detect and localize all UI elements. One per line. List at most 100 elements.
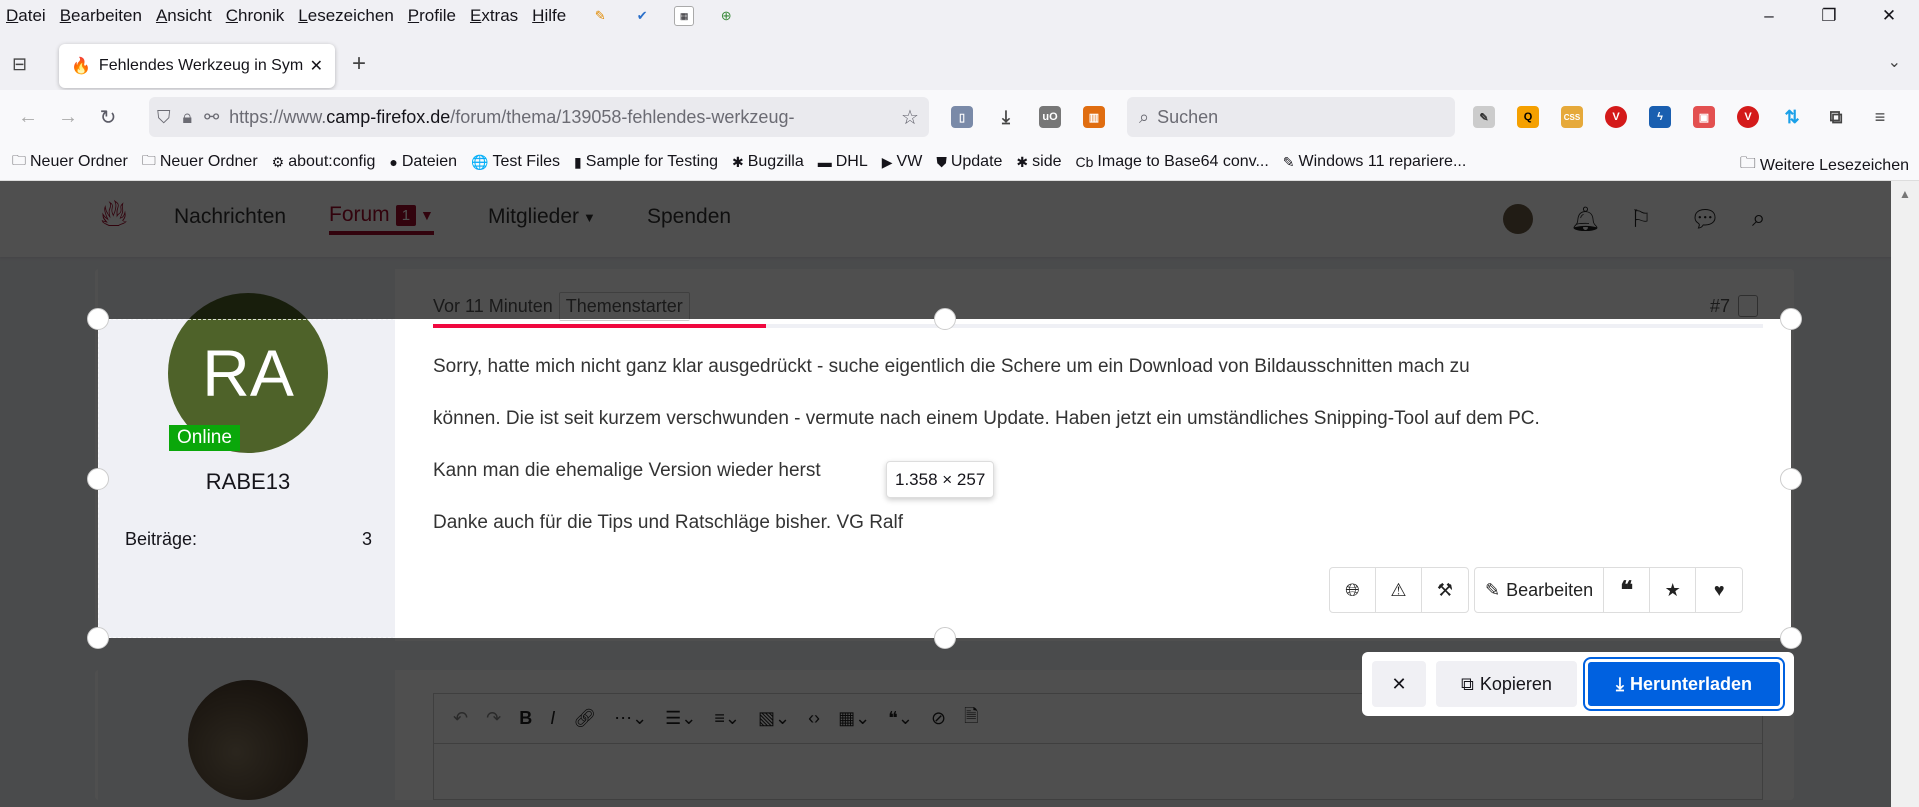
forward-icon[interactable]: → (48, 97, 88, 137)
close-tab-icon[interactable]: ✕ (310, 56, 323, 76)
menu-hilfe[interactable]: Hilfe (532, 6, 566, 26)
bookmark-item[interactable]: ✱ Bugzilla (732, 153, 804, 171)
tab-active[interactable]: 🔥 Fehlendes Werkzeug in Sym ✕ (59, 44, 335, 88)
search-ext-icon[interactable]: Q (1517, 106, 1539, 128)
vivaldi-icon[interactable]: V (1737, 106, 1759, 128)
bookmark-item[interactable]: ▶ VW (882, 153, 923, 171)
copy-button[interactable]: ⧉ Kopieren (1436, 661, 1577, 707)
scroll-up-icon[interactable]: ▲ (1891, 187, 1919, 201)
pencil-icon[interactable]: ✎ (590, 6, 610, 26)
ublock-icon[interactable]: uO (1039, 106, 1061, 128)
quote-icon[interactable]: ❝⌄ (888, 708, 913, 729)
bookmark-item[interactable]: Cb Image to Base64 conv... (1076, 153, 1269, 171)
resize-handle[interactable] (87, 468, 109, 490)
css-icon[interactable]: CSS (1561, 106, 1583, 128)
bookmark-item[interactable]: 🗀 Neuer Ordner (12, 150, 128, 174)
align-icon[interactable]: ≡⌄ (714, 708, 740, 729)
resize-handle[interactable] (87, 627, 109, 649)
nav-mitglieder[interactable]: Mitglieder ▼ (488, 205, 596, 229)
bookmark-item[interactable]: ⚙ about:config (272, 153, 376, 171)
resize-handle[interactable] (1780, 308, 1802, 330)
script-icon[interactable]: ✎ (1473, 106, 1495, 128)
menu-datei[interactable]: Datei (6, 6, 46, 26)
star-icon[interactable]: ★ (1650, 568, 1697, 612)
globe-icon[interactable]: 🌐︎ (1330, 568, 1376, 612)
attachment-icon[interactable]: 🗎 (964, 704, 978, 734)
list-icon[interactable]: ☰⌄ (665, 708, 696, 729)
search-icon[interactable]: ⌕ (1752, 205, 1765, 233)
url-bar[interactable]: ⛉ 🔒︎ ⚯ https://www. camp-firefox.de/forum… (149, 97, 929, 137)
calendar-icon[interactable]: ▦ (674, 6, 695, 26)
hide-icon[interactable]: ⊘ (931, 708, 946, 729)
extension-icon[interactable]: ▥ (1083, 106, 1105, 128)
forum-logo-icon[interactable]: 🔥︎ (100, 193, 128, 236)
validator-icon[interactable]: ✔ (632, 6, 652, 26)
menu-lesezeichen[interactable]: Lesezeichen (298, 6, 393, 26)
chevron-down-icon[interactable]: ⌄ (1888, 52, 1901, 72)
bookmark-item[interactable]: ✎ Windows 11 repariere... (1283, 153, 1467, 171)
reload-icon[interactable]: ↻ (88, 97, 128, 137)
more-icon[interactable]: ⋯⌄ (614, 708, 647, 729)
back-icon[interactable]: ← (8, 97, 48, 137)
extension-icon[interactable]: ▯ (951, 106, 973, 128)
link-icon[interactable]: 🔗︎ (573, 708, 596, 729)
bookmark-item[interactable]: ✱ side (1016, 153, 1061, 171)
nav-spenden[interactable]: Spenden (647, 205, 731, 229)
heart-icon[interactable]: ♥ (1696, 568, 1742, 612)
resize-handle[interactable] (1780, 468, 1802, 490)
bookmark-item[interactable]: ⛊ Update (936, 153, 1002, 171)
bookmark-other[interactable]: 🗀 Weitere Lesezeichen (1740, 152, 1909, 179)
search-input[interactable]: ⌕ Suchen (1127, 97, 1455, 137)
table-icon[interactable]: ▦⌄ (838, 708, 870, 729)
minimize-icon[interactable]: – (1739, 0, 1799, 32)
download-button[interactable]: ⤓ Herunterladen (1583, 657, 1785, 711)
gavel-icon[interactable]: ⚒ (1422, 568, 1468, 612)
restore-icon[interactable]: ❐ (1799, 0, 1859, 32)
bell-icon[interactable]: 🔔︎ (1570, 205, 1600, 234)
menu-profile[interactable]: Profile (408, 6, 456, 26)
menu-bearbeiten[interactable]: Bearbeiten (60, 6, 142, 26)
menu-extras[interactable]: Extras (470, 6, 518, 26)
redo-icon[interactable]: ↷ (486, 708, 501, 729)
bold-icon[interactable]: B (519, 708, 532, 729)
cancel-button[interactable]: ✕ (1372, 661, 1426, 707)
post-number-link[interactable]: #7 (1710, 296, 1730, 317)
image-edit-icon[interactable]: ▣ (1693, 106, 1715, 128)
user-avatar[interactable] (1503, 204, 1533, 234)
nav-nachrichten[interactable]: Nachrichten (174, 205, 286, 229)
bookmark-star-icon[interactable]: ☆ (890, 97, 930, 137)
screenshot-add-icon[interactable]: ⊕ (716, 6, 736, 26)
lock-icon[interactable]: 🔒︎ (183, 107, 193, 128)
post-time[interactable]: Vor 11 Minuten (433, 296, 553, 317)
post-select-checkbox[interactable] (1738, 295, 1758, 317)
permissions-icon[interactable]: ⚯ (204, 107, 219, 128)
resize-handle[interactable] (87, 308, 109, 330)
author-name[interactable]: RABE13 (98, 469, 398, 495)
bookmark-item[interactable]: ▬ DHL (818, 153, 868, 171)
undo-icon[interactable]: ↶ (453, 708, 468, 729)
vertical-scrollbar[interactable]: ▲ (1891, 181, 1919, 807)
menu-ansicht[interactable]: Ansicht (156, 6, 212, 26)
code-icon[interactable]: ‹› (808, 708, 820, 729)
bolt-icon[interactable]: ϟ (1649, 106, 1671, 128)
bookmark-item[interactable]: 🗀 Neuer Ordner (142, 150, 258, 174)
resize-handle[interactable] (934, 308, 956, 330)
nav-forum[interactable]: Forum 1 ▼ (329, 203, 434, 235)
menu-chronik[interactable]: Chronik (226, 6, 285, 26)
bookmark-item[interactable]: ● Dateien (389, 153, 457, 171)
sync-icon[interactable]: ⇅ (1781, 106, 1803, 128)
warning-icon[interactable]: ⚠ (1376, 568, 1422, 612)
tab-list-icon[interactable]: ⊟ (12, 54, 27, 75)
conversations-icon[interactable]: 💬︎ (1690, 205, 1720, 234)
edit-button[interactable]: ✎ Bearbeiten (1475, 568, 1605, 612)
bookmark-item[interactable]: 🌐 Test Files (471, 153, 560, 171)
hamburger-menu-icon[interactable]: ≡ (1869, 106, 1891, 128)
bookmark-item[interactable]: ▮ Sample for Testing (574, 153, 718, 171)
image-icon[interactable]: ▧⌄ (758, 708, 790, 729)
new-tab-icon[interactable]: + (352, 50, 366, 78)
extensions-icon[interactable]: ⧉ (1825, 106, 1847, 128)
quote-icon[interactable]: ❝ (1604, 568, 1651, 612)
resize-handle[interactable] (934, 627, 956, 649)
resize-handle[interactable] (1780, 627, 1802, 649)
flag-icon[interactable]: ⚐ (1630, 205, 1652, 234)
